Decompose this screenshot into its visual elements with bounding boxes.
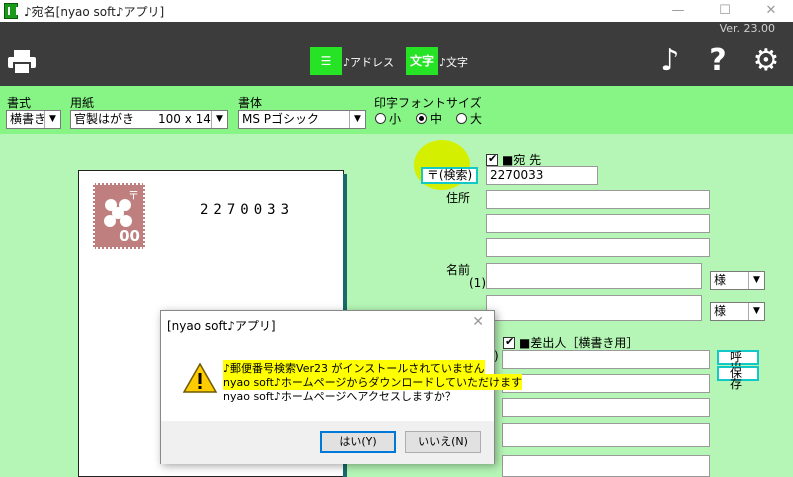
chevron-down-icon: ▼ — [211, 111, 227, 128]
address-line-3[interactable] — [486, 238, 710, 257]
style-label: 書式 — [7, 96, 32, 110]
style-select[interactable]: 横書き ▼ — [6, 110, 61, 129]
maximize-button[interactable]: ☐ — [702, 0, 748, 22]
message-dialog: [nyao soft♪アプリ] ✕ ♪郵便番号検索Ver23 がインストールされ… — [160, 310, 523, 464]
paper-select[interactable]: 官製はがき 100 x 148 ▼ — [70, 110, 228, 129]
address-tab-label: ♪アドレス — [343, 56, 395, 69]
sender-field-2[interactable] — [502, 374, 710, 393]
title-bar: ♪宛名[nyao soft♪アプリ] — ☐ ✕ — [0, 0, 793, 22]
size-radio-large[interactable]: 大 — [456, 110, 482, 127]
font-label: 書体 — [238, 96, 263, 110]
honorific-select-1[interactable]: 様 ▼ — [710, 271, 765, 290]
stamp-postal-mark: 〒 — [128, 189, 139, 202]
close-button[interactable]: ✕ — [748, 0, 793, 22]
paper-select-value: 官製はがき 100 x 148 — [74, 112, 219, 126]
sender-field-3[interactable] — [502, 398, 710, 417]
chevron-down-icon: ▼ — [349, 111, 365, 128]
chevron-down-icon: ▼ — [748, 303, 764, 320]
recall-button[interactable]: 呼 出 — [717, 350, 759, 374]
sender-field-4[interactable] — [502, 423, 710, 447]
font-size-label: 印字フォントサイズ — [374, 96, 482, 110]
paper-label: 用紙 — [70, 96, 95, 110]
font-select-value: MS Pゴシック — [242, 112, 320, 126]
postage-stamp: 〒 00 — [93, 183, 145, 249]
address-book-icon: ☰ — [310, 47, 342, 75]
sender-field-5[interactable] — [502, 455, 710, 477]
zip-search-button[interactable]: 〒(検索) — [421, 167, 478, 184]
address-label: 住所 — [446, 191, 471, 205]
name-field-1[interactable] — [486, 263, 702, 289]
zip-code-field[interactable]: 2270033 — [486, 166, 598, 185]
no-button[interactable]: いいえ(N) — [405, 431, 481, 453]
font-select[interactable]: MS Pゴシック ▼ — [238, 110, 366, 129]
style-select-value: 横書き — [10, 112, 47, 126]
window-title: ♪宛名[nyao soft♪アプリ] — [24, 5, 165, 19]
name-label: 名前 — [446, 263, 471, 277]
text-icon: 文字 — [406, 47, 438, 75]
text-tab-label: ♪文字 — [439, 56, 469, 69]
address-line-1[interactable] — [486, 190, 710, 209]
version-label: Ver. 23.00 — [719, 22, 775, 35]
card-postal-code: 2270033 — [200, 202, 295, 218]
size-radio-medium[interactable]: 中 — [416, 110, 442, 127]
size-radio-small[interactable]: 小 — [375, 110, 401, 127]
dialog-message-line-3: nyao soft♪ホームページへアクセスしますか？ — [223, 390, 456, 403]
chevron-down-icon: ▼ — [44, 111, 60, 128]
main-toolbar: Ver. 23.00 ☰ ♪アドレス 文字 ♪文字 ♪ ? ⚙ — [0, 22, 793, 86]
options-bar: 書式 横書き ▼ 用紙 官製はがき 100 x 148 ▼ 書体 MS Pゴシッ… — [0, 86, 793, 134]
gear-icon[interactable]: ⚙ — [750, 44, 782, 78]
help-icon[interactable]: ? — [702, 44, 734, 78]
save-button[interactable]: 保 存 — [717, 366, 759, 390]
stamp-price: 00 — [119, 227, 140, 245]
music-note-icon[interactable]: ♪ — [654, 44, 686, 78]
dialog-close-icon[interactable]: ✕ — [472, 314, 484, 330]
app-icon — [4, 3, 18, 19]
sender-checkbox[interactable]: ■差出人［横書き用］ — [503, 334, 638, 351]
address-line-2[interactable] — [486, 214, 710, 233]
chevron-down-icon: ▼ — [748, 272, 764, 289]
sender-field-1[interactable] — [502, 350, 710, 369]
honorific-select-2[interactable]: 様 ▼ — [710, 302, 765, 321]
dialog-title: [nyao soft♪アプリ] — [167, 319, 276, 333]
yes-button[interactable]: はい(Y) — [320, 431, 396, 453]
minimize-button[interactable]: — — [655, 0, 701, 22]
warning-icon — [183, 363, 217, 393]
printer-icon[interactable] — [8, 50, 36, 74]
name-index-label: (1) — [469, 276, 486, 290]
name-field-2[interactable] — [486, 295, 702, 321]
